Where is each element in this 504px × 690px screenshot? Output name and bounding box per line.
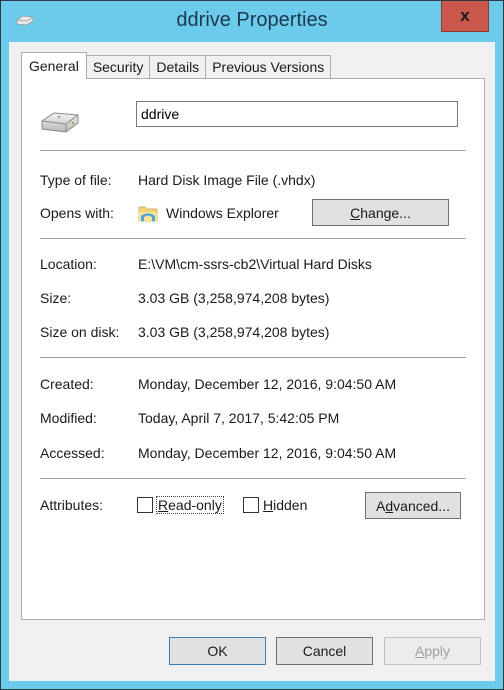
tab-strip: General Security Details Previous Versio… [21,52,332,79]
created-label: Created: [40,376,94,392]
hard-drive-icon [41,112,79,133]
type-of-file-row: Type of file: Hard Disk Image File (.vhd… [40,170,466,190]
close-button[interactable]: x [441,1,489,32]
location-value: E:\VM\cm-ssrs-cb2\Virtual Hard Disks [138,256,372,272]
tab-security[interactable]: Security [85,55,151,78]
tab-general[interactable]: General [21,52,87,79]
accessed-row: Accessed: Monday, December 12, 2016, 9:0… [40,443,466,463]
type-of-file-value: Hard Disk Image File (.vhdx) [138,172,316,188]
size-label: Size: [40,290,72,306]
tab-details[interactable]: Details [149,55,207,78]
read-only-checkbox-box[interactable] [137,497,153,513]
change-label: hange... [360,204,411,221]
advanced-button[interactable]: Ad vanced... [365,492,461,519]
attributes-row: Attributes: [40,495,138,515]
separator [40,357,466,358]
general-tab-panel: Type of file: Hard Disk Image File (.vhd… [21,78,485,620]
close-icon: x [460,6,470,25]
size-row: Size: 3.03 GB (3,258,974,208 bytes) [40,288,466,308]
properties-window: ddrive Properties x General Security Det… [0,0,504,690]
size-on-disk-label: Size on disk: [40,324,120,340]
accessed-label: Accessed: [40,445,105,461]
type-of-file-label: Type of file: [40,172,112,188]
modified-value: Today, April 7, 2017, 5:42:05 PM [138,410,340,426]
size-on-disk-value: 3.03 GB (3,258,974,208 bytes) [138,324,330,340]
change-button[interactable]: Change... [312,199,449,226]
file-name-input[interactable] [136,101,458,127]
change-accel: C [350,204,361,221]
accessed-value: Monday, December 12, 2016, 9:04:50 AM [138,445,397,461]
modified-label: Modified: [40,410,97,426]
opens-with-label: Opens with: [40,205,114,221]
location-label: Location: [40,256,97,272]
tab-previous-versions[interactable]: Previous Versions [205,55,332,78]
hidden-label: Hidden [263,497,308,513]
created-row: Created: Monday, December 12, 2016, 9:04… [40,374,466,394]
title-bar[interactable]: ddrive Properties x [1,1,503,41]
read-only-label: Read-only [156,496,224,514]
created-value: Monday, December 12, 2016, 9:04:50 AM [138,376,397,392]
read-only-checkbox[interactable]: Read-only [137,496,224,514]
dialog-client: General Security Details Previous Versio… [9,42,495,681]
hidden-checkbox[interactable]: Hidden [243,497,307,513]
hidden-checkbox-box[interactable] [243,497,259,513]
opens-with-value: Windows Explorer [166,205,279,221]
window-title: ddrive Properties [176,9,328,31]
attributes-label: Attributes: [40,497,104,513]
ok-button[interactable]: OK [169,637,266,665]
apply-button[interactable]: Apply [384,637,481,665]
separator [40,478,466,479]
separator [40,238,466,239]
location-row: Location: E:\VM\cm-ssrs-cb2\Virtual Hard… [40,254,466,274]
file-explorer-folder-icon [138,206,158,222]
cancel-button[interactable]: Cancel [276,637,373,665]
modified-row: Modified: Today, April 7, 2017, 5:42:05 … [40,408,466,428]
size-on-disk-row: Size on disk: 3.03 GB (3,258,974,208 byt… [40,322,466,342]
size-value: 3.03 GB (3,258,974,208 bytes) [138,290,330,306]
separator [40,150,466,151]
